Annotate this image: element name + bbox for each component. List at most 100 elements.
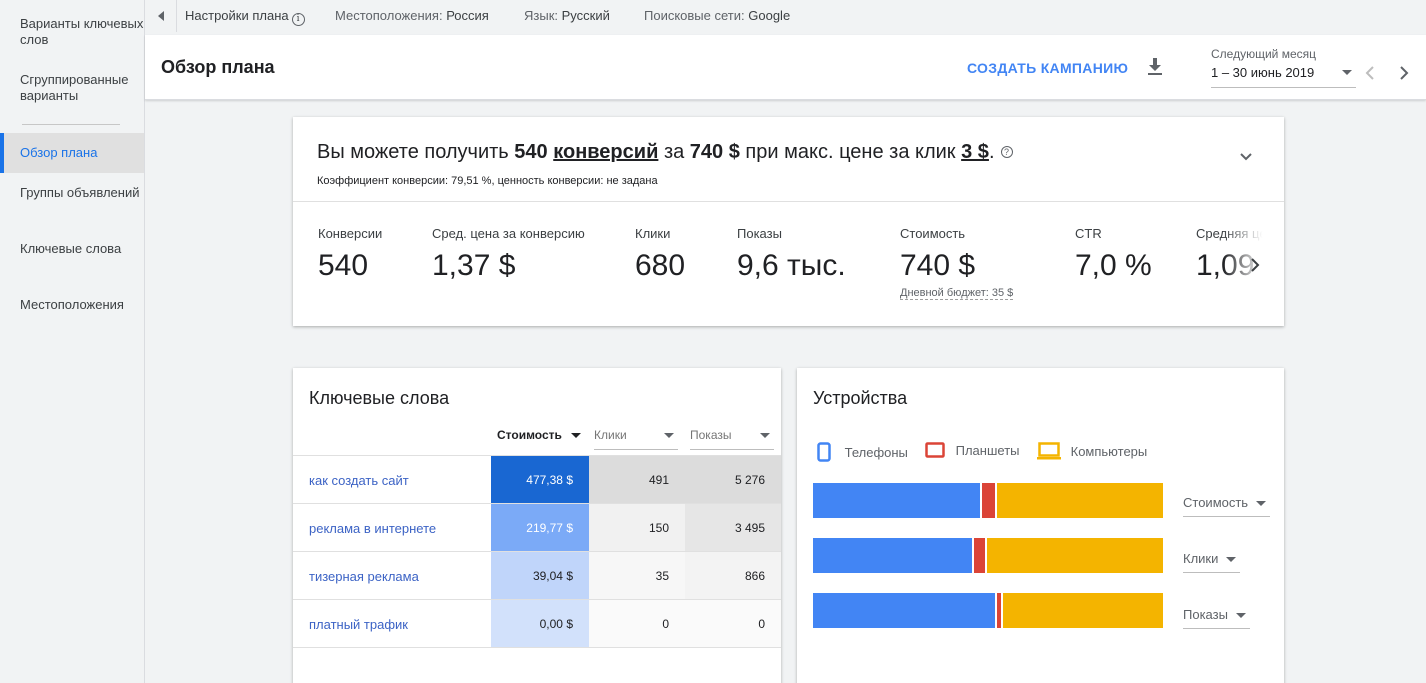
keyword-link[interactable]: тизерная реклама (309, 569, 419, 584)
cost-cell: 39,04 $ (491, 552, 589, 600)
expand-more-icon[interactable] (1238, 151, 1254, 163)
metric-clicks: Клики 680 (635, 226, 685, 283)
cost-cell: 0,00 $ (491, 600, 589, 648)
sidebar-item-grouped-ideas[interactable]: Сгруппированные варианты (0, 72, 144, 104)
table-row: как создать сайт 477,38 $ 491 5 276 (293, 455, 781, 504)
column-header-label: Клики (594, 428, 627, 442)
column-header-label: Показы (690, 428, 732, 442)
date-range-select[interactable]: 1 – 30 июнь 2019 (1211, 65, 1356, 88)
clicks-cell: 35 (589, 552, 685, 600)
page-title: Обзор плана (161, 57, 275, 77)
keyword-link[interactable]: платный трафик (309, 617, 408, 632)
headline-mid2: при макс. цене за клик (745, 141, 956, 163)
metric-value: 740 $ (900, 249, 976, 282)
create-campaign-button[interactable]: СОЗДАТЬ КАМПАНИЮ (967, 60, 1128, 76)
legend-tablets: Планшеты (925, 442, 1020, 458)
column-header-cost[interactable]: Стоимость (497, 428, 585, 450)
metric-select-cost[interactable]: Стоимость (1183, 495, 1271, 517)
cost-cell: 219,77 $ (491, 504, 589, 552)
metric-value: 7,0 % (1075, 249, 1152, 282)
sidebar: Варианты ключевых слов Сгруппированные в… (0, 0, 145, 683)
clicks-cell: 0 (589, 600, 685, 648)
table-row: тизерная реклама 39,04 $ 35 866 (293, 551, 781, 600)
column-header-label: Стоимость (497, 428, 562, 442)
sidebar-item-keywords[interactable]: Ключевые слова (0, 241, 144, 257)
sidebar-item-locations[interactable]: Местоположения (0, 297, 144, 313)
sidebar-item-ad-groups[interactable]: Группы объявлений (0, 185, 144, 201)
bar-segment-phones (813, 593, 995, 628)
language-setting[interactable]: Язык: Русский (524, 8, 610, 23)
headline-count: 540 (514, 141, 548, 163)
metric-value: 9,6 тыс. (737, 249, 846, 282)
keywords-title: Ключевые слова (309, 388, 450, 408)
sidebar-item-plan-overview[interactable]: Обзор плана (0, 133, 144, 173)
metric-value: 540 (318, 249, 369, 282)
keyword-link[interactable]: реклама в интернете (309, 521, 436, 536)
sidebar-item-label: Ключевые слова (20, 241, 122, 256)
headline-cost: 740 $ (689, 141, 740, 163)
plan-summary-card: Вы можете получить 540 конверсий за 740 … (293, 117, 1284, 326)
dropdown-arrow-icon (1342, 70, 1352, 75)
locations-setting[interactable]: Местоположения: Россия (335, 8, 489, 23)
networks-setting[interactable]: Поисковые сети: Google (644, 8, 790, 23)
sidebar-item-label: Варианты ключевых слов (20, 16, 144, 47)
dropdown-arrow-icon (1256, 501, 1267, 506)
collapse-sidebar-button[interactable] (145, 0, 177, 32)
keywords-card: Ключевые слова Стоимость Клики Показы ка… (293, 368, 781, 683)
legend-label: Планшеты (955, 443, 1020, 458)
metric-select-label: Стоимость (1183, 495, 1249, 510)
metric-impressions: Показы 9,6 тыс. (737, 226, 846, 283)
metric-select-clicks[interactable]: Клики (1183, 551, 1241, 573)
metric-value: 680 (635, 249, 686, 282)
legend-label: Компьютеры (1070, 444, 1148, 459)
chevron-left-icon (157, 11, 164, 21)
bar-segment-phones (813, 483, 980, 518)
metric-label: Клики (635, 226, 671, 241)
clicks-cell: 150 (589, 504, 685, 552)
conversion-rate-note: Коэффициент конверсии: 79,51 %, ценность… (317, 175, 658, 187)
headline-metric-select[interactable]: конверсий (553, 141, 658, 163)
metric-conversions: Конверсии 540 (318, 226, 382, 283)
date-range-value: 1 – 30 июнь 2019 (1211, 65, 1315, 80)
language-label: Язык: (524, 8, 558, 23)
metric-label: Стоимость (900, 226, 966, 241)
help-icon[interactable]: ? (1000, 146, 1013, 158)
bar-segment-computers (997, 483, 1163, 518)
device-bar-cost[interactable] (813, 483, 1163, 518)
headline-prefix: Вы можете получить (317, 141, 509, 163)
clicks-cell: 491 (589, 456, 685, 504)
metric-value: 1,37 $ (432, 249, 516, 282)
devices-card: Устройства Телефоны Планшеты Компьютеры (797, 368, 1284, 683)
plan-settings[interactable]: Настройки плана i (185, 8, 305, 26)
daily-budget-link[interactable]: Дневной бюджет: 35 $ (900, 287, 1014, 300)
impressions-cell: 3 495 (685, 504, 781, 552)
impressions-cell: 866 (685, 552, 781, 600)
chevron-right-icon[interactable] (1250, 258, 1260, 272)
table-row: платный трафик 0,00 $ 0 0 (293, 599, 781, 648)
metric-cost: Стоимость 740 $ Дневной бюджет: 35 $ (900, 226, 1014, 301)
keyword-link[interactable]: как создать сайт (309, 473, 409, 488)
bar-segment-tablets (971, 538, 987, 573)
column-header-impressions[interactable]: Показы (690, 428, 774, 450)
legend-label: Телефоны (844, 445, 908, 460)
dropdown-arrow-icon (1226, 557, 1237, 562)
bar-segment-tablets (979, 483, 998, 518)
metric-label: CTR (1075, 226, 1102, 241)
metric-select-label: Показы (1183, 607, 1228, 622)
bar-segment-computers (986, 538, 1163, 573)
sidebar-item-keyword-ideas[interactable]: Варианты ключевых слов (0, 16, 144, 48)
headline-max-cpc-select[interactable]: 3 $ (961, 141, 989, 163)
device-bar-impressions[interactable] (813, 593, 1163, 628)
column-header-clicks[interactable]: Клики (594, 428, 678, 450)
metric-select-label: Клики (1183, 551, 1219, 566)
info-icon[interactable]: i (291, 13, 305, 26)
device-bar-clicks[interactable] (813, 538, 1163, 573)
date-range-caption: Следующий месяц (1211, 47, 1316, 61)
chevron-right-icon[interactable] (1397, 65, 1411, 81)
chevron-left-icon[interactable] (1363, 65, 1377, 81)
download-icon[interactable] (1146, 57, 1164, 77)
legend-phones: Телефоны (817, 442, 908, 462)
sidebar-item-label: Сгруппированные варианты (20, 72, 129, 103)
sidebar-item-label: Обзор плана (20, 145, 98, 160)
metric-select-impressions[interactable]: Показы (1183, 607, 1250, 629)
